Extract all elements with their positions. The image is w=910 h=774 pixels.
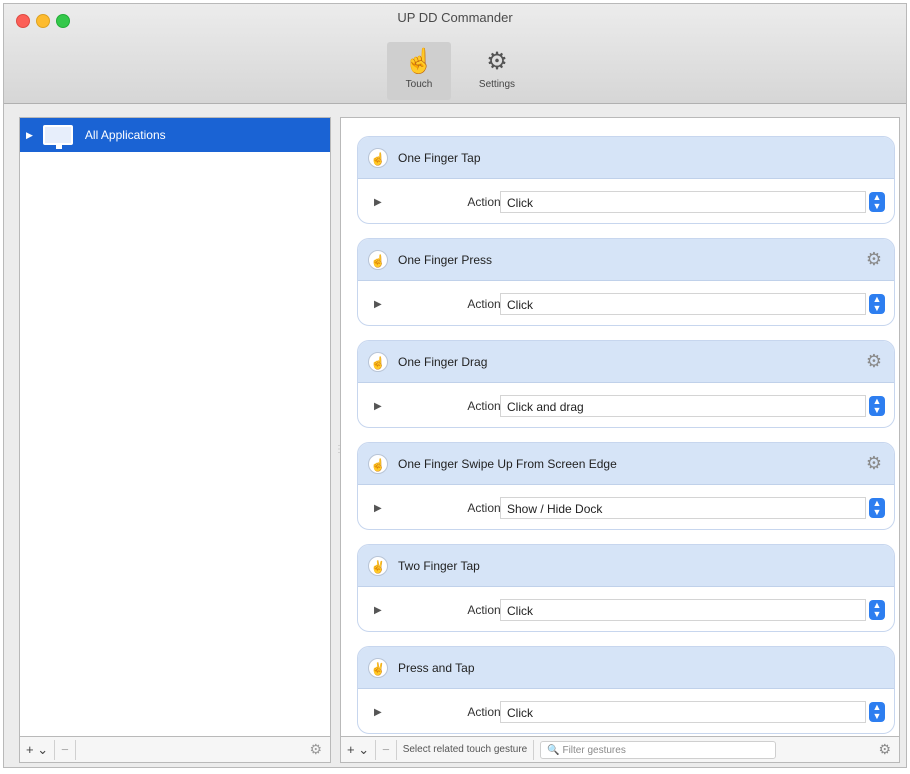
action-popup[interactable]: Click ▲ ▼: [500, 293, 885, 315]
gesture-card: ☝ One Finger Swipe Up From Screen Edge ⚙…: [357, 442, 895, 530]
play-triangle-icon[interactable]: ▶: [374, 197, 434, 208]
add-application-button[interactable]: + ⌄: [20, 739, 56, 760]
toolbar-settings-button[interactable]: ⚙ Settings: [465, 42, 529, 100]
remove-gesture-button[interactable]: −: [376, 739, 397, 760]
gestures-panel: ☝ One Finger Tap ▶ Action: Click ▲ ▼ ☝ On…: [340, 117, 900, 737]
hand-pointer-icon: ☝: [404, 48, 434, 75]
gesture-action-row: ▶ Action: Click ▲ ▼: [358, 587, 894, 631]
sidebar-bottom-bar: + ⌄ − ⚙: [19, 737, 331, 763]
window-title: UP DD Commander: [397, 10, 513, 25]
gesture-name: Press and Tap: [398, 660, 475, 675]
play-triangle-icon[interactable]: ▶: [374, 503, 434, 514]
gesture-header: ☝ One Finger Drag ⚙: [358, 341, 894, 383]
popup-stepper-icon: ▲ ▼: [869, 396, 885, 416]
gesture-card: ☝ One Finger Press ⚙ ▶ Action: Click ▲ ▼: [357, 238, 895, 326]
action-value: Show / Hide Dock: [507, 502, 603, 516]
gestures-bottom-bar: + ⌄ − Select related touch gesture 🔍 Fil…: [340, 737, 900, 763]
gesture-name: One Finger Drag: [398, 354, 488, 369]
action-value: Click and drag: [507, 400, 584, 414]
action-popup[interactable]: Click ▲ ▼: [500, 599, 885, 621]
gesture-name: One Finger Tap: [398, 150, 481, 165]
select-related-gesture-button[interactable]: Select related touch gesture: [397, 739, 535, 760]
gesture-action-row: ▶ Action: Click ▲ ▼: [358, 689, 894, 733]
filter-gestures-input[interactable]: 🔍 Filter gestures: [540, 740, 777, 759]
action-popup[interactable]: Show / Hide Dock ▲ ▼: [500, 497, 885, 519]
toolbar-settings-label: Settings: [478, 79, 516, 90]
one-finger-gesture-icon: ☝: [368, 249, 388, 270]
gesture-header: ☝ One Finger Tap: [358, 137, 894, 179]
play-triangle-icon[interactable]: ▶: [374, 401, 434, 412]
action-label: Action:: [467, 195, 504, 209]
gesture-header: ☝ One Finger Press ⚙: [358, 239, 894, 281]
action-popup[interactable]: Click ▲ ▼: [500, 191, 885, 213]
gesture-card: ✌ Press and Tap ▶ Action: Click ▲ ▼: [357, 646, 895, 734]
filter-placeholder: Filter gestures: [562, 744, 626, 756]
applications-list: ▶ All Applications: [19, 117, 331, 737]
one-finger-drag-icon: ☝: [368, 351, 388, 372]
gesture-name: Two Finger Tap: [398, 558, 480, 573]
play-triangle-icon[interactable]: ▶: [374, 299, 434, 310]
add-gesture-button[interactable]: + ⌄: [341, 739, 377, 760]
popup-stepper-icon: ▲ ▼: [869, 600, 885, 620]
gesture-action-row: ▶ Action: Click and drag ▲ ▼: [358, 383, 894, 427]
gear-icon[interactable]: ⚙: [866, 453, 882, 473]
press-and-tap-gesture-icon: ✌: [368, 657, 388, 678]
action-label: Action:: [467, 603, 504, 617]
gear-icon: ⚙: [486, 48, 508, 75]
one-finger-gesture-icon: ☝: [368, 147, 388, 168]
play-triangle-icon[interactable]: ▶: [374, 707, 434, 718]
action-popup[interactable]: Click and drag ▲ ▼: [500, 395, 885, 417]
gesture-card: ☝ One Finger Drag ⚙ ▶ Action: Click and …: [357, 340, 895, 428]
gear-icon[interactable]: ⚙: [878, 741, 891, 758]
sidebar-item-all-applications[interactable]: ▶ All Applications: [20, 118, 330, 152]
action-popup[interactable]: Click ▲ ▼: [500, 701, 885, 723]
toolbar-touch-button[interactable]: ☝ Touch: [387, 42, 451, 100]
action-label: Action:: [467, 297, 504, 311]
edge-swipe-gesture-icon: ☝: [368, 453, 388, 474]
sidebar-item-label: All Applications: [84, 128, 166, 142]
action-value: Click: [507, 706, 533, 720]
remove-application-button[interactable]: −: [55, 739, 76, 760]
play-triangle-icon[interactable]: ▶: [374, 605, 434, 616]
gesture-card: ☝ One Finger Tap ▶ Action: Click ▲ ▼: [357, 136, 895, 224]
gesture-card: ✌ Two Finger Tap ▶ Action: Click ▲ ▼: [357, 544, 895, 632]
gesture-name: One Finger Press: [398, 252, 493, 267]
popup-stepper-icon: ▲ ▼: [869, 702, 885, 722]
gear-icon[interactable]: ⚙: [866, 249, 882, 269]
gesture-action-row: ▶ Action: Click ▲ ▼: [358, 281, 894, 325]
gesture-header: ✌ Two Finger Tap: [358, 545, 894, 587]
gesture-action-row: ▶ Action: Show / Hide Dock ▲ ▼: [358, 485, 894, 529]
gear-icon[interactable]: ⚙: [309, 741, 322, 758]
popup-stepper-icon: ▲ ▼: [869, 498, 885, 518]
popup-stepper-icon: ▲ ▼: [869, 294, 885, 314]
action-label: Action:: [467, 705, 504, 719]
gesture-name: One Finger Swipe Up From Screen Edge: [398, 456, 617, 471]
action-label: Action:: [467, 399, 504, 413]
monitor-icon: [42, 125, 73, 149]
gesture-header: ☝ One Finger Swipe Up From Screen Edge ⚙: [358, 443, 894, 485]
action-label: Action:: [467, 501, 504, 515]
gear-icon[interactable]: ⚙: [866, 351, 882, 371]
action-value: Click: [507, 298, 533, 312]
title-bar: UP DD Commander ☝ Touch ⚙ Settings: [4, 4, 906, 104]
app-window: UP DD Commander ☝ Touch ⚙ Settings ▶ All…: [3, 3, 907, 768]
two-finger-gesture-icon: ✌: [368, 555, 388, 576]
popup-stepper-icon: ▲ ▼: [869, 192, 885, 212]
gesture-header: ✌ Press and Tap: [358, 647, 894, 689]
toolbar-touch-label: Touch: [405, 79, 433, 90]
action-value: Click: [507, 604, 533, 618]
action-value: Click: [507, 196, 533, 210]
gesture-action-row: ▶ Action: Click ▲ ▼: [358, 179, 894, 223]
disclosure-triangle-icon[interactable]: ▶: [26, 130, 33, 141]
